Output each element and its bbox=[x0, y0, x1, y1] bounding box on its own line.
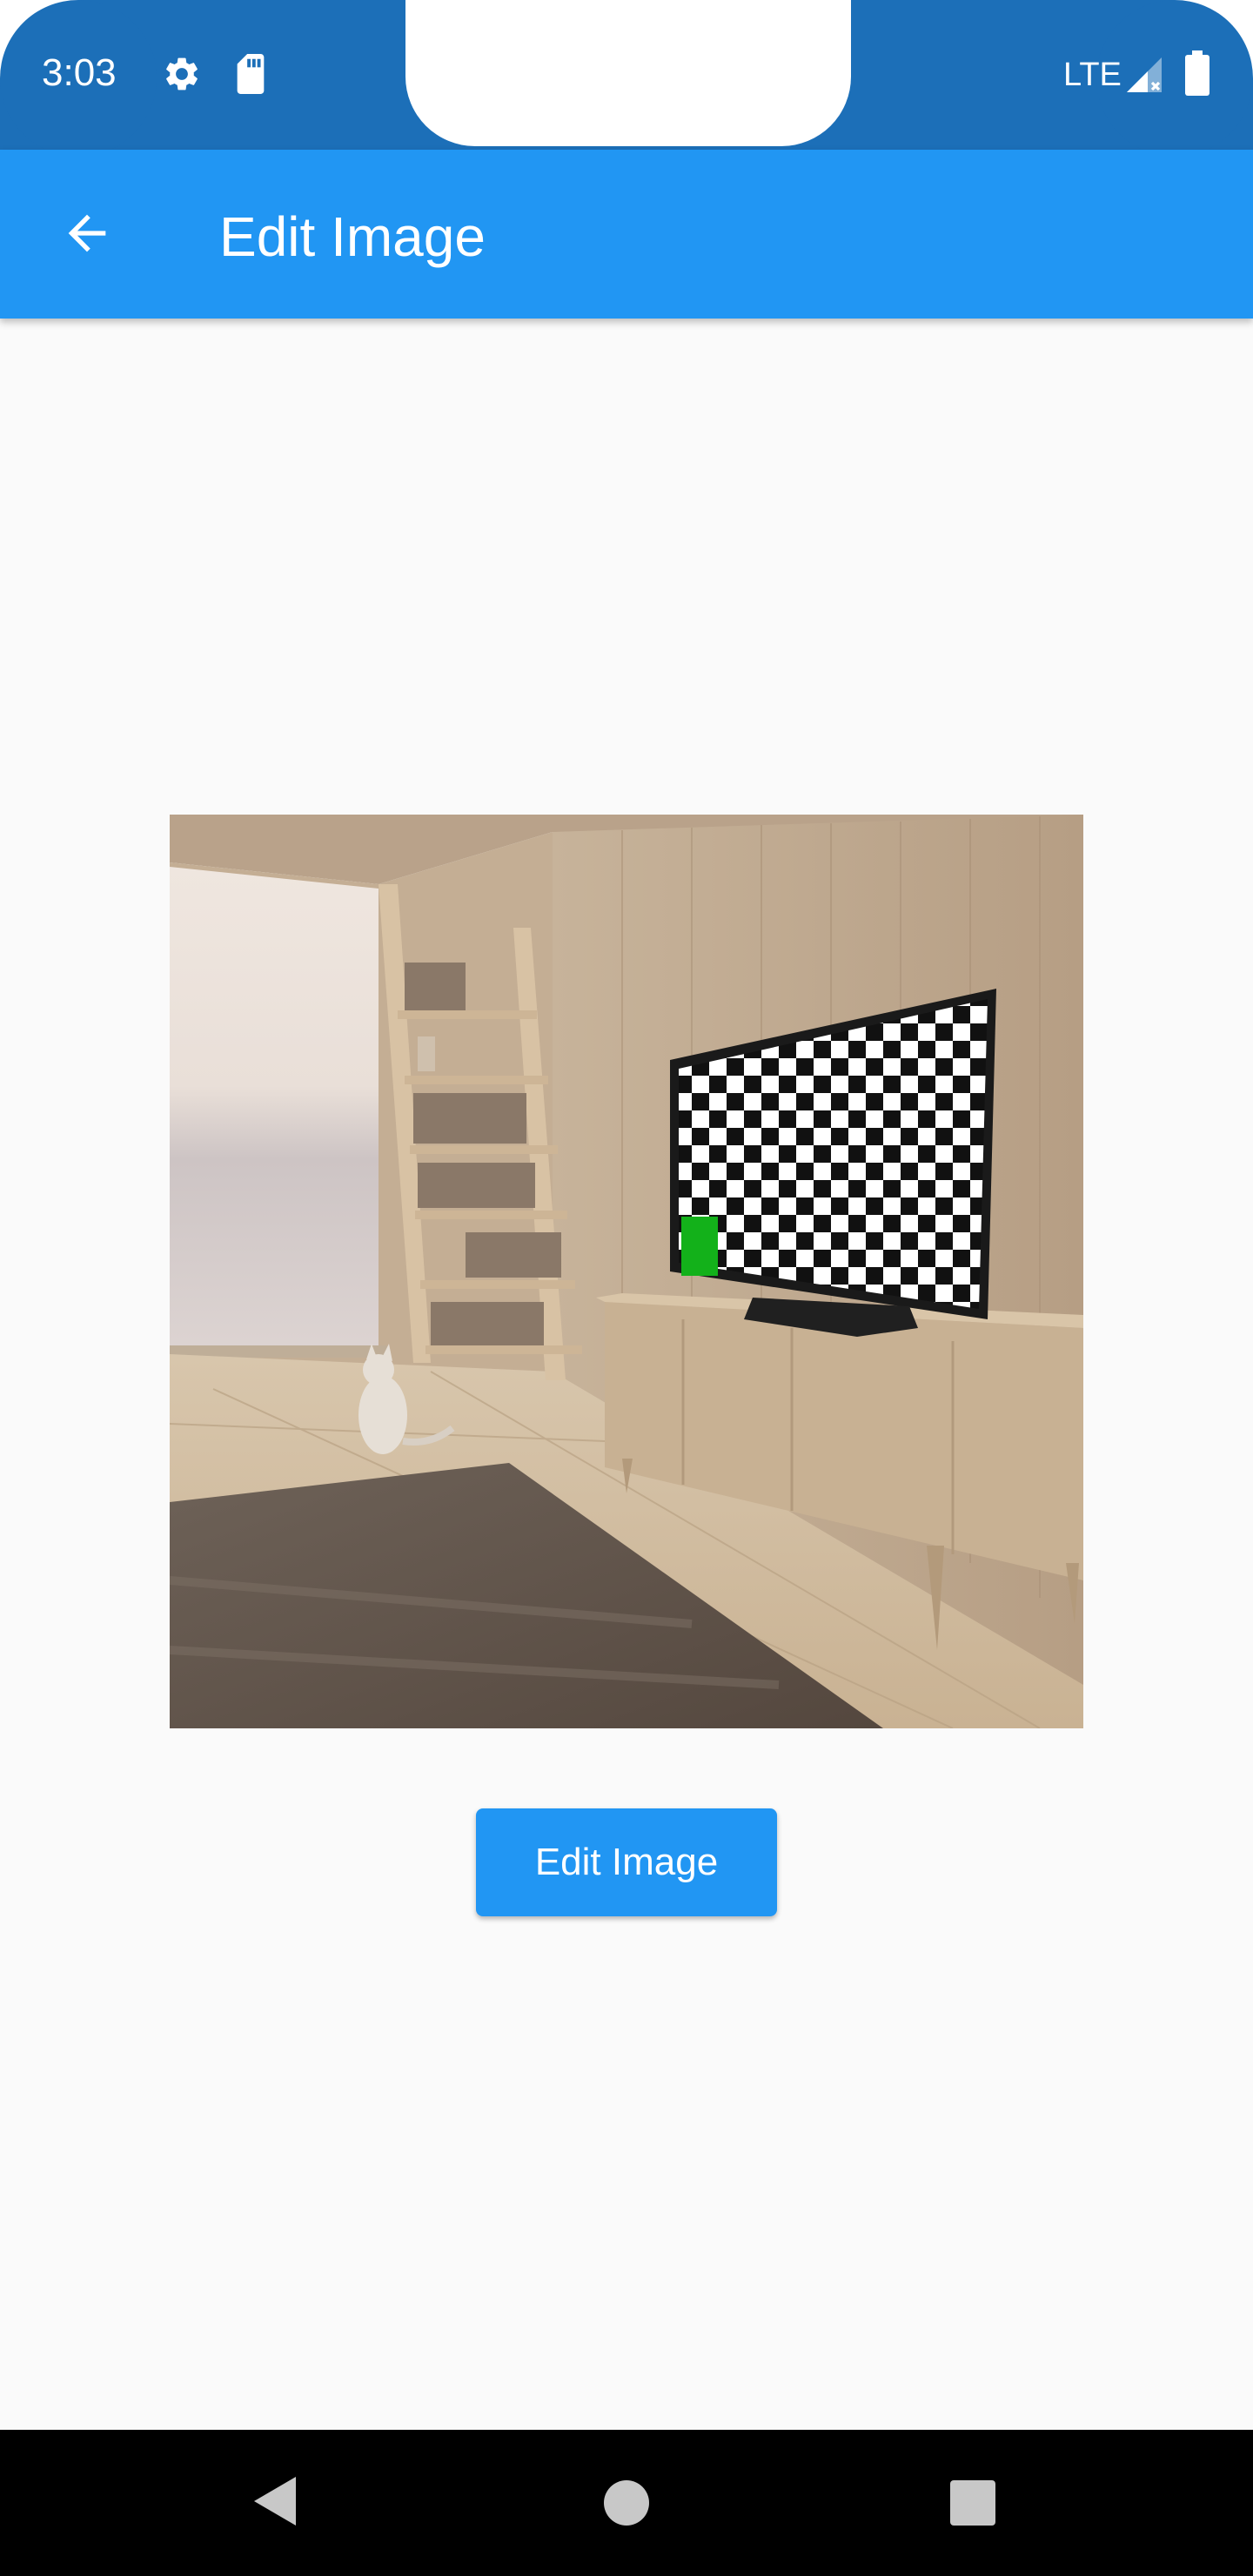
nav-back-icon[interactable] bbox=[251, 2473, 299, 2529]
nav-recents-icon[interactable] bbox=[950, 2480, 995, 2526]
status-bar: 3:03 LTE bbox=[0, 0, 1253, 157]
nav-home-icon[interactable] bbox=[604, 2480, 649, 2526]
battery-icon bbox=[1185, 50, 1209, 96]
screen: 3:03 LTE Edit Image Edit Image bbox=[0, 0, 1253, 2576]
sd-card-icon bbox=[237, 54, 265, 94]
back-button[interactable] bbox=[44, 190, 131, 277]
network-type-label: LTE bbox=[1063, 57, 1122, 93]
gear-icon bbox=[166, 57, 198, 91]
page-title: Edit Image bbox=[219, 205, 486, 268]
room-scene-image bbox=[170, 815, 1083, 1728]
camera-notch bbox=[405, 0, 851, 146]
arrow-back-icon bbox=[68, 214, 106, 252]
edited-image-preview bbox=[170, 815, 1083, 1728]
signal-icon bbox=[1127, 57, 1162, 92]
status-time: 3:03 bbox=[42, 51, 117, 94]
edit-image-button[interactable]: Edit Image bbox=[476, 1808, 777, 1916]
app-bar: Edit Image bbox=[0, 150, 1253, 319]
system-navigation-bar bbox=[0, 2430, 1253, 2576]
